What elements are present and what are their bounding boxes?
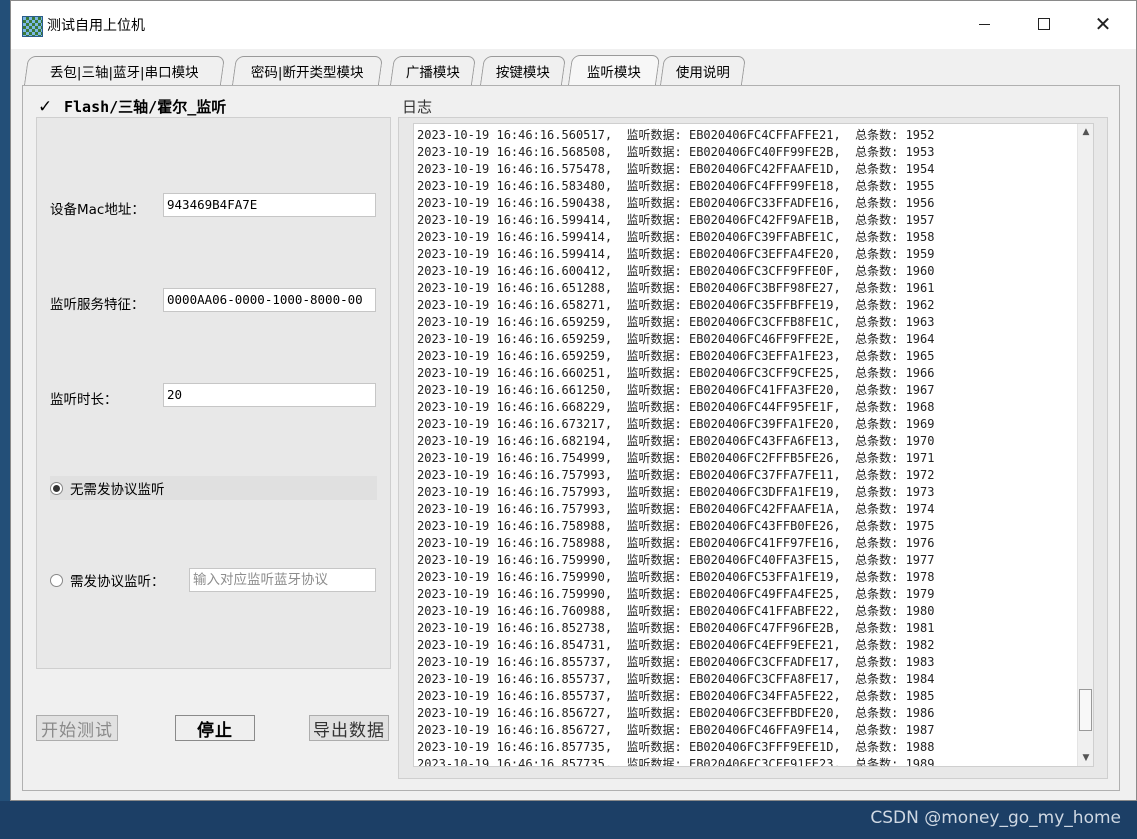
maximize-icon	[1038, 18, 1050, 30]
tab-keys[interactable]: 按键模块	[479, 56, 567, 85]
radio-protocol[interactable]: 需发协议监听：	[50, 568, 165, 592]
radio-no-protocol-label: 无需发协议监听	[70, 482, 165, 498]
flash-listen-checkbox[interactable]: ✓ Flash/三轴/霍尔_监听	[38, 96, 226, 117]
start-test-button[interactable]: 开始测试	[36, 715, 118, 741]
duration-label: 监听时长：	[50, 392, 118, 408]
log-line: 2023-10-19 16:46:16.855737, 监听数据: EB0204…	[417, 655, 935, 669]
tab-packet-loss[interactable]: 丢包|三轴|蓝牙|串口模块	[23, 56, 226, 85]
protocol-input[interactable]: 输入对应监听蓝牙协议	[189, 568, 376, 592]
radio-protocol-label: 需发协议监听：	[70, 574, 165, 590]
log-line: 2023-10-19 16:46:16.856727, 监听数据: EB0204…	[417, 706, 935, 720]
tab-password[interactable]: 密码|断开类型模块	[231, 56, 384, 85]
scroll-thumb[interactable]	[1079, 689, 1092, 731]
app-icon	[22, 16, 43, 37]
log-line: 2023-10-19 16:46:16.658271, 监听数据: EB0204…	[417, 298, 935, 312]
scroll-down-icon[interactable]: ▼	[1078, 750, 1094, 766]
scroll-up-icon[interactable]: ▲	[1078, 124, 1094, 140]
log-line: 2023-10-19 16:46:16.682194, 监听数据: EB0204…	[417, 434, 935, 448]
log-line: 2023-10-19 16:46:16.857735, 监听数据: EB0204…	[417, 740, 935, 754]
log-line: 2023-10-19 16:46:16.600412, 监听数据: EB0204…	[417, 264, 935, 278]
tab-instructions[interactable]: 使用说明	[659, 56, 747, 85]
log-line: 2023-10-19 16:46:16.759990, 监听数据: EB0204…	[417, 553, 935, 567]
log-line: 2023-10-19 16:46:16.659259, 监听数据: EB0204…	[417, 315, 935, 329]
log-line: 2023-10-19 16:46:16.568508, 监听数据: EB0204…	[417, 145, 935, 159]
log-line: 2023-10-19 16:46:16.852738, 监听数据: EB0204…	[417, 621, 935, 635]
export-data-button[interactable]: 导出数据	[309, 715, 389, 741]
log-line: 2023-10-19 16:46:16.760988, 监听数据: EB0204…	[417, 604, 935, 618]
log-scrollbar[interactable]: ▲ ▼	[1077, 124, 1093, 766]
log-lines: 2023-10-19 16:46:16.560517, 监听数据: EB0204…	[417, 127, 935, 767]
log-line: 2023-10-19 16:46:16.661250, 监听数据: EB0204…	[417, 383, 935, 397]
log-line: 2023-10-19 16:46:16.583480, 监听数据: EB0204…	[417, 179, 935, 193]
radio-selected-icon	[50, 481, 63, 495]
radio-no-protocol[interactable]: 无需发协议监听	[50, 476, 377, 500]
minimize-button[interactable]	[961, 7, 1007, 41]
log-title: 日志	[402, 98, 433, 116]
log-line: 2023-10-19 16:46:16.856727, 监听数据: EB0204…	[417, 723, 935, 737]
maximize-button[interactable]	[1021, 7, 1067, 41]
window-title: 测试自用上位机	[47, 18, 145, 34]
log-line: 2023-10-19 16:46:16.759990, 监听数据: EB0204…	[417, 587, 935, 601]
stop-button[interactable]: 停止	[175, 715, 255, 741]
log-line: 2023-10-19 16:46:16.599414, 监听数据: EB0204…	[417, 213, 935, 227]
log-line: 2023-10-19 16:46:16.757993, 监听数据: EB0204…	[417, 485, 935, 499]
log-line: 2023-10-19 16:46:16.758988, 监听数据: EB0204…	[417, 519, 935, 533]
log-line: 2023-10-19 16:46:16.758988, 监听数据: EB0204…	[417, 536, 935, 550]
log-line: 2023-10-19 16:46:16.759990, 监听数据: EB0204…	[417, 570, 935, 584]
minimize-icon	[978, 23, 990, 25]
log-line: 2023-10-19 16:46:16.668229, 监听数据: EB0204…	[417, 400, 935, 414]
duration-input[interactable]: 20	[163, 383, 376, 407]
log-line: 2023-10-19 16:46:16.757993, 监听数据: EB0204…	[417, 502, 935, 516]
log-line: 2023-10-19 16:46:16.590438, 监听数据: EB0204…	[417, 196, 935, 210]
mac-input[interactable]: 943469B4FA7E	[163, 193, 376, 217]
radio-unselected-icon	[50, 573, 63, 587]
tab-broadcast[interactable]: 广播模块	[389, 56, 477, 85]
log-line: 2023-10-19 16:46:16.575478, 监听数据: EB0204…	[417, 162, 935, 176]
log-line: 2023-10-19 16:46:16.560517, 监听数据: EB0204…	[417, 128, 935, 142]
service-uuid-input[interactable]: 0000AA06-0000-1000-8000-00	[163, 288, 376, 312]
close-icon: ✕	[1094, 12, 1112, 36]
log-line: 2023-10-19 16:46:16.659259, 监听数据: EB0204…	[417, 332, 935, 346]
log-line: 2023-10-19 16:46:16.660251, 监听数据: EB0204…	[417, 366, 935, 380]
log-line: 2023-10-19 16:46:16.757993, 监听数据: EB0204…	[417, 468, 935, 482]
mac-label: 设备Mac地址：	[50, 202, 145, 218]
log-line: 2023-10-19 16:46:16.599414, 监听数据: EB0204…	[417, 247, 935, 261]
log-line: 2023-10-19 16:46:16.857735, 监听数据: EB0204…	[417, 757, 935, 767]
log-textbox[interactable]: 2023-10-19 16:46:16.560517, 监听数据: EB0204…	[413, 123, 1094, 767]
watermark: CSDN @money_go_my_home	[870, 808, 1121, 828]
log-line: 2023-10-19 16:46:16.659259, 监听数据: EB0204…	[417, 349, 935, 363]
log-line: 2023-10-19 16:46:16.599414, 监听数据: EB0204…	[417, 230, 935, 244]
log-line: 2023-10-19 16:46:16.855737, 监听数据: EB0204…	[417, 672, 935, 686]
log-line: 2023-10-19 16:46:16.673217, 监听数据: EB0204…	[417, 417, 935, 431]
log-line: 2023-10-19 16:46:16.754999, 监听数据: EB0204…	[417, 451, 935, 465]
checkbox-label: Flash/三轴/霍尔_监听	[64, 98, 227, 116]
log-line: 2023-10-19 16:46:16.651288, 监听数据: EB0204…	[417, 281, 935, 295]
service-label: 监听服务特征：	[50, 297, 145, 313]
title-bar: 测试自用上位机 ✕	[11, 1, 1136, 49]
tab-listen[interactable]: 监听模块	[567, 55, 661, 86]
checkmark-icon: ✓	[38, 96, 53, 117]
log-line: 2023-10-19 16:46:16.855737, 监听数据: EB0204…	[417, 689, 935, 703]
close-button[interactable]: ✕	[1080, 7, 1126, 41]
log-line: 2023-10-19 16:46:16.854731, 监听数据: EB0204…	[417, 638, 935, 652]
